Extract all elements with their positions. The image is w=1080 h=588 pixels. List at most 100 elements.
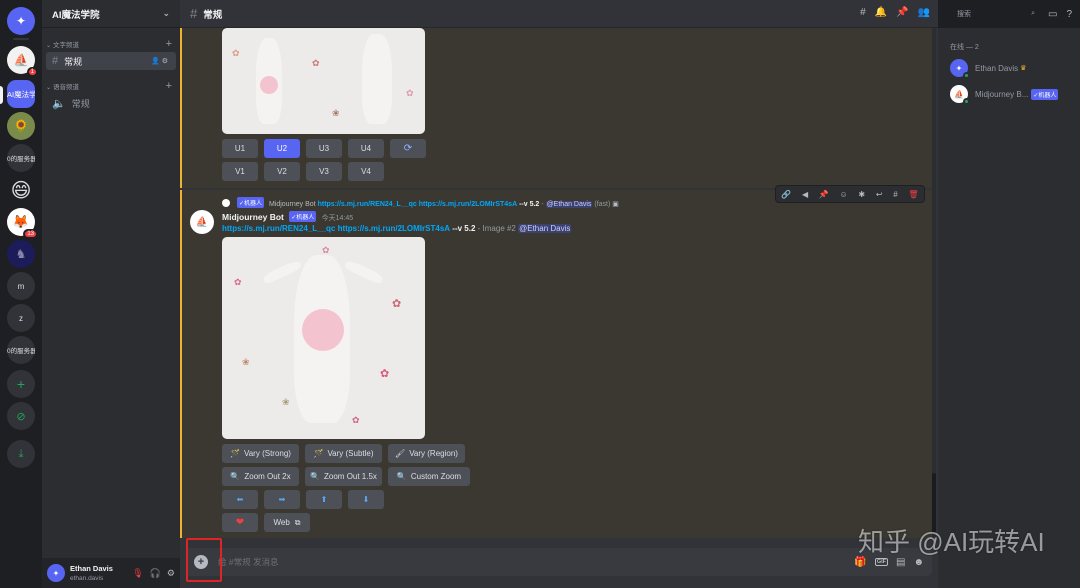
inbox-icon[interactable]: ▭	[1048, 9, 1057, 20]
server-label: 0的服务器	[7, 348, 35, 355]
bell-icon[interactable]: 🔔	[875, 7, 887, 18]
hash-icon: #	[52, 55, 59, 67]
server-label: z	[19, 313, 23, 323]
web-button[interactable]: Web ⧉	[264, 513, 310, 532]
server-label: 😄	[10, 179, 32, 202]
server-emoji[interactable]: 😄	[7, 176, 35, 204]
flower-icon: ✿	[352, 415, 360, 425]
message-mention[interactable]: @Ethan Davis	[518, 224, 572, 233]
thread-icon[interactable]: #	[893, 190, 897, 199]
explore-servers-icon[interactable]: ⊘	[7, 402, 35, 430]
variation-v1-button[interactable]: V1	[222, 162, 258, 181]
vary-subtle-button[interactable]: 🪄 Vary (Subtle)	[305, 444, 382, 463]
add-reaction-icon[interactable]: ☺	[840, 190, 848, 199]
category-text-channels[interactable]: ⌄ 文字频道 +	[42, 38, 180, 50]
server-icon-1[interactable]: ⛵ 1	[7, 46, 38, 77]
pan-right-button[interactable]: ➡	[264, 490, 300, 509]
guild-name: AI魔法学院	[52, 9, 100, 21]
speaker-icon[interactable]: ◀	[802, 190, 808, 199]
pan-up-button[interactable]: ⬆	[306, 490, 342, 509]
sculpture-figure	[362, 34, 392, 124]
help-icon[interactable]: ?	[1066, 9, 1072, 20]
search-input[interactable]: 搜索 ⌕	[952, 7, 1039, 21]
pin-icon[interactable]: 📌	[819, 190, 829, 199]
message-author[interactable]: Midjourney Bot	[222, 212, 284, 222]
server-ai-magic-academy[interactable]: AI魔法学院	[7, 80, 35, 108]
server-icon-10[interactable]: 0的服务器	[7, 336, 35, 364]
annotation-highlight-box	[186, 538, 222, 582]
upscale-u4-button[interactable]: U4	[348, 139, 384, 158]
zoom-out-2x-button[interactable]: 🔍 Zoom Out 2x	[222, 467, 299, 486]
server-icon-4[interactable]: 0的服务器	[7, 144, 35, 172]
link-icon[interactable]: 🔗	[781, 190, 791, 199]
heart-icon[interactable]: ❤	[222, 513, 258, 532]
server-icon-6[interactable]: 🦊 13	[7, 208, 38, 239]
settings-gear-icon[interactable]: ⚙	[167, 568, 175, 579]
headphones-icon[interactable]: 🎧	[150, 568, 161, 579]
upscale-u1-button[interactable]: U1	[222, 139, 258, 158]
upscaled-image[interactable]: ✿ ✿ ❀ ✿ ❀ ✿ ✿	[222, 237, 425, 439]
user-avatar[interactable]: ✦	[47, 564, 65, 582]
message-list: ✿ ✿ ✿ ❀ U1 U2 U3 U4 ⟳ V1 V2 V3 V4 🔗 ◀ 📌 …	[180, 28, 938, 548]
online-status-dot	[963, 72, 970, 79]
channel-general-text[interactable]: # 常规 👤⚙	[46, 52, 176, 70]
gif-icon[interactable]: GIF	[874, 558, 889, 566]
reply-avatar-icon	[222, 199, 230, 207]
header-toolbar: # 🔔 📌 👥	[860, 7, 930, 18]
apps-icon[interactable]: ✱	[858, 190, 865, 199]
upscale-u3-button[interactable]: U3	[306, 139, 342, 158]
image-label: - Image #2	[477, 224, 516, 233]
channel-tools[interactable]: 👤⚙	[151, 57, 170, 65]
bot-tag: ✓机器人	[289, 211, 317, 222]
category-voice-channels[interactable]: ⌄ 语音频道 +	[42, 80, 180, 92]
threads-icon[interactable]: #	[860, 7, 866, 18]
pin-icon[interactable]: 📌	[896, 7, 908, 18]
pan-left-button[interactable]: ⬅	[222, 490, 258, 509]
server-icon-z[interactable]: z	[7, 304, 35, 332]
reply-icon[interactable]: ↩	[876, 190, 883, 199]
add-channel-icon[interactable]: +	[166, 80, 172, 92]
reply-links[interactable]: https://s.mj.run/REN24_L__qc https://s.m…	[318, 201, 518, 208]
channel-general-voice[interactable]: 🔈 常规	[46, 94, 176, 112]
guild-header[interactable]: AI魔法学院 ⌄	[42, 0, 180, 28]
vary-region-button[interactable]: 🖌 Vary (Region)	[388, 444, 465, 463]
grid-image-preview[interactable]: ✿ ✿ ✿ ❀	[222, 28, 425, 134]
add-channel-icon[interactable]: +	[166, 38, 172, 50]
member-ethan-davis[interactable]: ✦ Ethan Davis ♛	[950, 58, 1080, 79]
button-label: Vary (Subtle)	[327, 449, 374, 458]
reply-reference[interactable]: ✓机器人 Midjourney Bot https://s.mj.run/REN…	[222, 197, 619, 208]
server-icon-7[interactable]: ♞	[7, 240, 35, 268]
discord-home-icon[interactable]: ✦	[7, 7, 35, 35]
custom-zoom-button[interactable]: 🔍 Custom Zoom	[388, 467, 470, 486]
mute-mic-icon[interactable]: 🎙	[132, 568, 143, 579]
user-username: ethan.davis	[70, 574, 104, 582]
pan-down-button[interactable]: ⬇	[348, 490, 384, 509]
scrollbar-track[interactable]	[932, 28, 936, 540]
variation-v3-button[interactable]: V3	[306, 162, 342, 181]
channel-sidebar: AI魔法学院 ⌄ ⌄ 文字频道 + # 常规 👤⚙ ⌄ 语音频道 + 🔈 常规 ✦ …	[42, 0, 180, 588]
flower-icon: ✿	[380, 368, 390, 380]
vary-strong-button[interactable]: 🪄 Vary (Strong)	[222, 444, 299, 463]
brush-icon: 🖌	[395, 449, 406, 458]
category-label: 文字频道	[53, 42, 80, 49]
variation-v2-button[interactable]: V2	[264, 162, 300, 181]
user-names[interactable]: Ethan Davis ethan.davis	[70, 564, 113, 583]
midjourney-bot-avatar[interactable]: ⛵	[190, 210, 214, 234]
member-avatar: ✦	[950, 59, 970, 79]
message-params: --v 5.2	[452, 224, 476, 233]
server-icon-m[interactable]: m	[7, 272, 35, 300]
delete-icon[interactable]: 🗑	[908, 190, 918, 199]
server-icon-3[interactable]: 🌻	[7, 112, 35, 140]
sculpture-arm	[343, 259, 385, 285]
reply-mention[interactable]: @Ethan Davis	[545, 201, 593, 208]
reroll-icon[interactable]: ⟳	[390, 139, 426, 158]
message-input[interactable]: 给 #常规 发消息	[218, 556, 278, 568]
message-links[interactable]: https://s.mj.run/REN24_L__qc https://s.m…	[222, 224, 450, 233]
upscale-u2-button[interactable]: U2	[264, 139, 300, 158]
add-server-icon[interactable]: +	[7, 370, 35, 398]
variation-v4-button[interactable]: V4	[348, 162, 384, 181]
member-list-icon[interactable]: 👥	[918, 7, 930, 18]
download-apps-icon[interactable]: ⤓	[7, 440, 35, 468]
zoom-out-1-5x-button[interactable]: 🔍 Zoom Out 1.5x	[305, 467, 382, 486]
member-midjourney-bot[interactable]: ⛵ Midjourney B... ✓机器人	[950, 84, 1080, 105]
